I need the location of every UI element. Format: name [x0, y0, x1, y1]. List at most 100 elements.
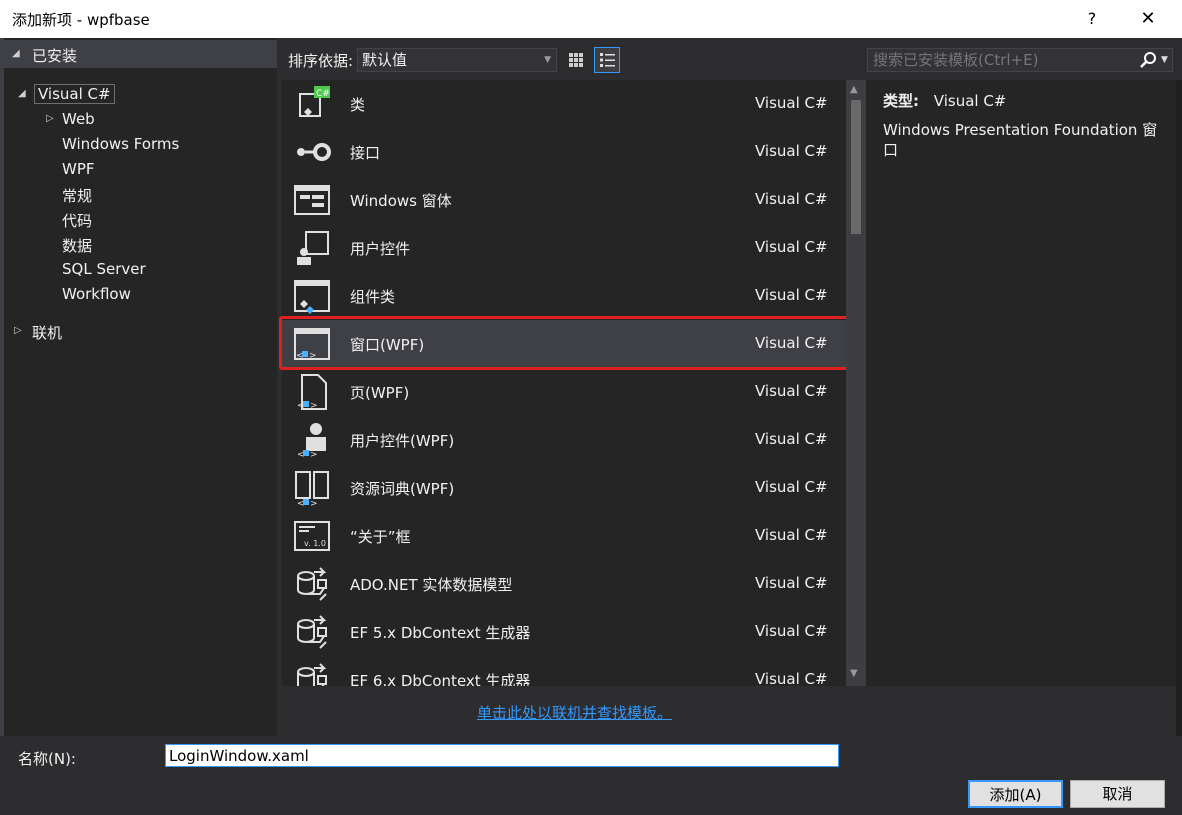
- template-item[interactable]: 接口 Visual C#: [282, 128, 846, 176]
- scroll-down-arrow-icon[interactable]: ▼: [850, 668, 858, 679]
- grid-view-icon: [569, 53, 583, 67]
- scrollbar-thumb[interactable]: [851, 100, 861, 234]
- template-item[interactable]: 用户控件 Visual C#: [282, 224, 846, 272]
- installed-label: 已安装: [32, 47, 78, 65]
- template-item[interactable]: < > 用户控件(WPF) Visual C#: [282, 416, 846, 464]
- template-language: Visual C#: [755, 622, 828, 640]
- collapsed-arrow-icon[interactable]: ▷: [14, 325, 22, 336]
- add-button[interactable]: 添加(A): [968, 780, 1063, 808]
- template-item[interactable]: Windows 窗体 Visual C#: [282, 176, 846, 224]
- type-label: 类型:: [883, 92, 919, 110]
- name-field[interactable]: [165, 744, 839, 767]
- installed-header[interactable]: ◢ 已安装: [4, 40, 277, 68]
- template-item[interactable]: v. 1.0 “关于”框 Visual C#: [282, 512, 846, 560]
- template-list: C# 类 Visual C# 接口 Visual C# Windows 窗体 Visual …: [282, 80, 846, 686]
- svg-text:>: >: [310, 401, 318, 411]
- template-item[interactable]: 组件类 Visual C#: [282, 272, 846, 320]
- about-box-icon: v. 1.0: [294, 521, 330, 551]
- details-pane: 类型: Visual C# Windows Presentation Found…: [866, 80, 1176, 686]
- name-label: 名称(N):: [18, 750, 76, 768]
- tree-item-workflow[interactable]: Workflow: [62, 285, 131, 303]
- search-box[interactable]: ▼: [867, 48, 1173, 72]
- template-name: “关于”框: [350, 528, 411, 546]
- template-item[interactable]: C# 类 Visual C#: [282, 80, 846, 128]
- component-class-icon: [294, 280, 330, 314]
- tree-item-wpf[interactable]: WPF: [62, 160, 95, 178]
- data-model-icon: [297, 615, 327, 649]
- tree-item-visual-csharp[interactable]: Visual C#: [34, 84, 115, 104]
- template-language: Visual C#: [755, 190, 828, 208]
- template-item[interactable]: < > 页(WPF) Visual C#: [282, 368, 846, 416]
- close-button[interactable]: ✕: [1128, 6, 1168, 32]
- template-language: Visual C#: [755, 142, 828, 160]
- template-item[interactable]: EF 5.x DbContext 生成器 Visual C#: [282, 608, 846, 656]
- template-name: 页(WPF): [350, 384, 410, 402]
- template-language: Visual C#: [755, 286, 828, 304]
- search-icon[interactable]: [1138, 50, 1158, 70]
- template-item[interactable]: ADO.NET 实体数据模型 Visual C#: [282, 560, 846, 608]
- sort-value: 默认值: [362, 51, 408, 69]
- template-language: Visual C#: [755, 574, 828, 592]
- window-title: 添加新项 - wpfbase: [12, 11, 150, 29]
- data-model-icon: [297, 567, 327, 601]
- template-name: 类: [350, 96, 366, 114]
- template-item[interactable]: < > 窗口(WPF) Visual C#: [282, 320, 846, 368]
- wpf-user-control-icon: < >: [297, 423, 326, 460]
- template-name: 用户控件: [350, 240, 411, 258]
- template-name: 用户控件(WPF): [350, 432, 455, 450]
- search-input[interactable]: [873, 51, 1133, 69]
- template-item[interactable]: < > 资源词典(WPF) Visual C#: [282, 464, 846, 512]
- svg-text:>: >: [310, 450, 318, 460]
- sort-dropdown[interactable]: 默认值 ▼: [357, 48, 557, 72]
- collapsed-arrow-icon[interactable]: ▷: [46, 113, 54, 124]
- template-language: Visual C#: [755, 238, 828, 256]
- expand-arrow-icon[interactable]: ◢: [18, 88, 26, 99]
- tree-item-code[interactable]: 代码: [62, 210, 92, 231]
- windows-form-icon: [294, 185, 330, 215]
- template-language: Visual C#: [755, 382, 828, 400]
- tree-item-data[interactable]: 数据: [62, 235, 92, 256]
- bottom-panel: 名称(N): 添加(A) 取消: [0, 736, 1182, 815]
- wpf-page-icon: < >: [297, 374, 327, 411]
- template-list-scrollbar[interactable]: ▲ ▼: [846, 80, 866, 686]
- resource-dictionary-icon: < >: [295, 471, 329, 508]
- small-icons-view-button[interactable]: [563, 47, 589, 73]
- tree-item-online[interactable]: 联机: [32, 322, 62, 343]
- template-name: 组件类: [350, 288, 396, 306]
- template-language: Visual C#: [755, 478, 828, 496]
- template-name: 资源词典(WPF): [350, 480, 455, 498]
- template-language: Visual C#: [755, 430, 828, 448]
- scroll-up-arrow-icon[interactable]: ▲: [850, 84, 858, 95]
- svg-text:>: >: [309, 351, 317, 361]
- collapse-arrow-icon[interactable]: ◢: [12, 48, 20, 59]
- tree-item-sql-server[interactable]: SQL Server: [62, 260, 146, 278]
- svg-text:C#: C#: [316, 89, 330, 99]
- sort-label: 排序依据:: [288, 52, 354, 70]
- svg-text:v. 1.0: v. 1.0: [304, 539, 326, 548]
- list-view-button[interactable]: [594, 47, 620, 73]
- template-item[interactable]: EF 6.x DbContext 生成器 Visual C#: [282, 656, 846, 686]
- template-language: Visual C#: [755, 670, 828, 686]
- help-button[interactable]: ?: [1072, 6, 1112, 32]
- template-name: 窗口(WPF): [350, 336, 425, 354]
- class-icon: C#: [299, 86, 330, 117]
- search-options-chevron-icon[interactable]: ▼: [1161, 49, 1168, 71]
- template-description: Windows Presentation Foundation 窗口: [883, 121, 1158, 159]
- tree-item-windows-forms[interactable]: Windows Forms: [62, 135, 179, 153]
- title-bar: 添加新项 - wpfbase ? ✕: [0, 0, 1182, 38]
- tree-item-web[interactable]: Web: [62, 110, 95, 128]
- type-value: Visual C#: [933, 92, 1007, 110]
- wpf-window-icon: < >: [294, 328, 330, 361]
- cancel-button[interactable]: 取消: [1070, 780, 1165, 808]
- window-edge: [1176, 80, 1182, 736]
- online-templates-link[interactable]: 单击此处以联机并查找模板。: [477, 702, 672, 723]
- template-name: EF 5.x DbContext 生成器: [350, 624, 531, 642]
- template-name: ADO.NET 实体数据模型: [350, 576, 513, 594]
- interface-icon: [297, 143, 331, 161]
- category-tree: ◢ 已安装 ◢ Visual C# ▷ Web Windows Forms WP…: [0, 38, 277, 736]
- template-language: Visual C#: [755, 526, 828, 544]
- template-name: EF 6.x DbContext 生成器: [350, 672, 531, 686]
- toolbar: 排序依据: 默认值 ▼ ▼: [277, 38, 1182, 80]
- list-view-icon: [600, 53, 615, 67]
- tree-item-general[interactable]: 常规: [62, 185, 92, 206]
